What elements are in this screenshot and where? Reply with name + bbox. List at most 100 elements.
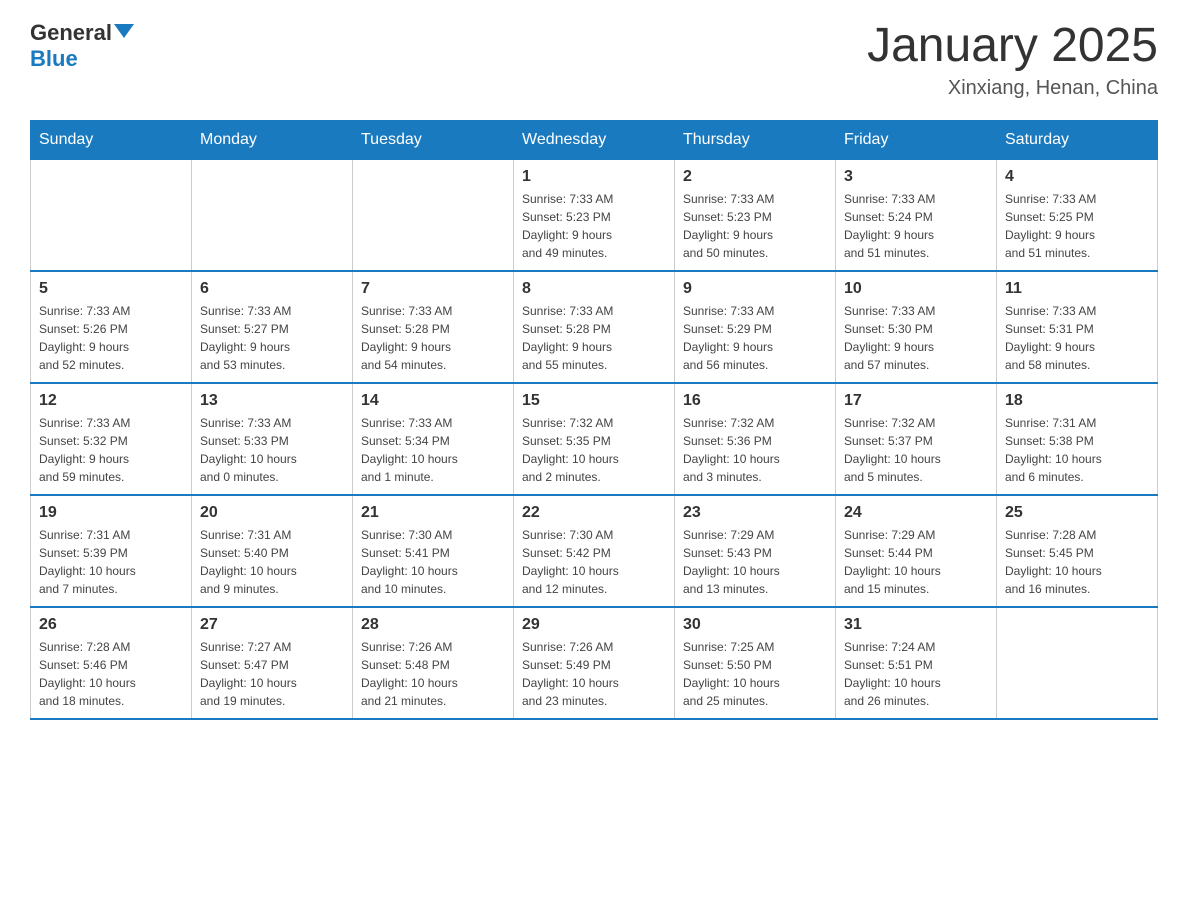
day-number: 16 <box>683 392 827 410</box>
day-info: Sunrise: 7:31 AM Sunset: 5:40 PM Dayligh… <box>200 526 344 598</box>
logo-general: General <box>30 20 112 46</box>
day-number: 15 <box>522 392 666 410</box>
calendar-cell: 28Sunrise: 7:26 AM Sunset: 5:48 PM Dayli… <box>353 607 514 719</box>
day-info: Sunrise: 7:33 AM Sunset: 5:29 PM Dayligh… <box>683 302 827 374</box>
day-info: Sunrise: 7:28 AM Sunset: 5:45 PM Dayligh… <box>1005 526 1149 598</box>
day-info: Sunrise: 7:31 AM Sunset: 5:38 PM Dayligh… <box>1005 414 1149 486</box>
calendar-cell: 12 Sunrise: 7:33 AM Sunset: 5:32 PM Dayli… <box>31 383 192 495</box>
calendar-cell: 20Sunrise: 7:31 AM Sunset: 5:40 PM Dayli… <box>192 495 353 607</box>
calendar-cell: 4 Sunrise: 7:33 AM Sunset: 5:25 PM Daylig… <box>997 159 1158 271</box>
day-number: 1 <box>522 168 666 186</box>
month-title: January 2025 <box>867 20 1158 73</box>
day-info: Sunrise: 7:33 AM Sunset: 5:24 PM Dayligh… <box>844 190 988 262</box>
calendar-cell: 1 Sunrise: 7:33 AM Sunset: 5:23 PM Daylig… <box>514 159 675 271</box>
day-number: 6 <box>200 280 344 298</box>
day-number: 4 <box>1005 168 1149 186</box>
day-info: Sunrise: 7:33 AM Sunset: 5:23 PM Dayligh… <box>522 190 666 262</box>
col-header-tuesday: Tuesday <box>353 120 514 159</box>
day-info: Sunrise: 7:33 AM Sunset: 5:25 PM Dayligh… <box>1005 190 1149 262</box>
day-number: 13 <box>200 392 344 410</box>
day-number: 7 <box>361 280 505 298</box>
calendar-cell: 16 Sunrise: 7:32 AM Sunset: 5:36 PM Dayli… <box>675 383 836 495</box>
calendar-table: SundayMondayTuesdayWednesdayThursdayFrid… <box>30 120 1158 720</box>
day-number: 31 <box>844 616 988 634</box>
day-number: 12 <box>39 392 183 410</box>
col-header-wednesday: Wednesday <box>514 120 675 159</box>
calendar-cell <box>353 159 514 271</box>
day-info: Sunrise: 7:33 AM Sunset: 5:31 PM Dayligh… <box>1005 302 1149 374</box>
day-info: Sunrise: 7:24 AM Sunset: 5:51 PM Dayligh… <box>844 638 988 710</box>
calendar-cell: 9Sunrise: 7:33 AM Sunset: 5:29 PM Daylig… <box>675 271 836 383</box>
day-number: 23 <box>683 504 827 522</box>
calendar-cell: 3 Sunrise: 7:33 AM Sunset: 5:24 PM Daylig… <box>836 159 997 271</box>
calendar-cell: 2 Sunrise: 7:33 AM Sunset: 5:23 PM Daylig… <box>675 159 836 271</box>
title-block: January 2025 Xinxiang, Henan, China <box>867 20 1158 100</box>
col-header-saturday: Saturday <box>997 120 1158 159</box>
calendar-header-row: SundayMondayTuesdayWednesdayThursdayFrid… <box>31 120 1158 159</box>
day-number: 10 <box>844 280 988 298</box>
day-info: Sunrise: 7:33 AM Sunset: 5:23 PM Dayligh… <box>683 190 827 262</box>
day-number: 17 <box>844 392 988 410</box>
calendar-cell: 31 Sunrise: 7:24 AM Sunset: 5:51 PM Dayli… <box>836 607 997 719</box>
day-info: Sunrise: 7:32 AM Sunset: 5:37 PM Dayligh… <box>844 414 988 486</box>
day-info: Sunrise: 7:32 AM Sunset: 5:35 PM Dayligh… <box>522 414 666 486</box>
day-number: 14 <box>361 392 505 410</box>
location-title: Xinxiang, Henan, China <box>867 77 1158 100</box>
day-number: 27 <box>200 616 344 634</box>
day-number: 30 <box>683 616 827 634</box>
day-number: 26 <box>39 616 183 634</box>
calendar-cell: 24 Sunrise: 7:29 AM Sunset: 5:44 PM Dayli… <box>836 495 997 607</box>
calendar-cell: 7 Sunrise: 7:33 AM Sunset: 5:28 PM Daylig… <box>353 271 514 383</box>
calendar-cell: 26 Sunrise: 7:28 AM Sunset: 5:46 PM Dayli… <box>31 607 192 719</box>
calendar-cell: 21 Sunrise: 7:30 AM Sunset: 5:41 PM Dayli… <box>353 495 514 607</box>
calendar-cell <box>997 607 1158 719</box>
calendar-cell: 25 Sunrise: 7:28 AM Sunset: 5:45 PM Dayli… <box>997 495 1158 607</box>
calendar-week-row: 1 Sunrise: 7:33 AM Sunset: 5:23 PM Daylig… <box>31 159 1158 271</box>
day-info: Sunrise: 7:32 AM Sunset: 5:36 PM Dayligh… <box>683 414 827 486</box>
day-info: Sunrise: 7:33 AM Sunset: 5:32 PM Dayligh… <box>39 414 183 486</box>
calendar-cell <box>192 159 353 271</box>
day-number: 29 <box>522 616 666 634</box>
day-number: 3 <box>844 168 988 186</box>
day-info: Sunrise: 7:33 AM Sunset: 5:33 PM Dayligh… <box>200 414 344 486</box>
day-number: 21 <box>361 504 505 522</box>
calendar-cell: 22Sunrise: 7:30 AM Sunset: 5:42 PM Dayli… <box>514 495 675 607</box>
day-number: 19 <box>39 504 183 522</box>
day-info: Sunrise: 7:33 AM Sunset: 5:28 PM Dayligh… <box>522 302 666 374</box>
calendar-cell: 14Sunrise: 7:33 AM Sunset: 5:34 PM Dayli… <box>353 383 514 495</box>
day-number: 2 <box>683 168 827 186</box>
day-info: Sunrise: 7:28 AM Sunset: 5:46 PM Dayligh… <box>39 638 183 710</box>
calendar-cell: 11 Sunrise: 7:33 AM Sunset: 5:31 PM Dayli… <box>997 271 1158 383</box>
calendar-cell: 18 Sunrise: 7:31 AM Sunset: 5:38 PM Dayli… <box>997 383 1158 495</box>
calendar-week-row: 5 Sunrise: 7:33 AM Sunset: 5:26 PM Daylig… <box>31 271 1158 383</box>
col-header-sunday: Sunday <box>31 120 192 159</box>
day-info: Sunrise: 7:30 AM Sunset: 5:41 PM Dayligh… <box>361 526 505 598</box>
day-info: Sunrise: 7:29 AM Sunset: 5:44 PM Dayligh… <box>844 526 988 598</box>
calendar-cell: 29 Sunrise: 7:26 AM Sunset: 5:49 PM Dayli… <box>514 607 675 719</box>
day-number: 22 <box>522 504 666 522</box>
calendar-cell: 23 Sunrise: 7:29 AM Sunset: 5:43 PM Dayli… <box>675 495 836 607</box>
calendar-week-row: 26 Sunrise: 7:28 AM Sunset: 5:46 PM Dayli… <box>31 607 1158 719</box>
calendar-cell: 13 Sunrise: 7:33 AM Sunset: 5:33 PM Dayli… <box>192 383 353 495</box>
day-info: Sunrise: 7:33 AM Sunset: 5:30 PM Dayligh… <box>844 302 988 374</box>
col-header-thursday: Thursday <box>675 120 836 159</box>
col-header-friday: Friday <box>836 120 997 159</box>
day-number: 25 <box>1005 504 1149 522</box>
day-info: Sunrise: 7:26 AM Sunset: 5:48 PM Dayligh… <box>361 638 505 710</box>
day-number: 11 <box>1005 280 1149 298</box>
calendar-cell: 15 Sunrise: 7:32 AM Sunset: 5:35 PM Dayli… <box>514 383 675 495</box>
calendar-cell: 8Sunrise: 7:33 AM Sunset: 5:28 PM Daylig… <box>514 271 675 383</box>
calendar-cell: 5 Sunrise: 7:33 AM Sunset: 5:26 PM Daylig… <box>31 271 192 383</box>
calendar-cell: 17 Sunrise: 7:32 AM Sunset: 5:37 PM Dayli… <box>836 383 997 495</box>
day-number: 5 <box>39 280 183 298</box>
calendar-week-row: 19 Sunrise: 7:31 AM Sunset: 5:39 PM Dayli… <box>31 495 1158 607</box>
day-number: 24 <box>844 504 988 522</box>
day-info: Sunrise: 7:33 AM Sunset: 5:28 PM Dayligh… <box>361 302 505 374</box>
calendar-cell: 19 Sunrise: 7:31 AM Sunset: 5:39 PM Dayli… <box>31 495 192 607</box>
day-info: Sunrise: 7:33 AM Sunset: 5:26 PM Dayligh… <box>39 302 183 374</box>
day-info: Sunrise: 7:31 AM Sunset: 5:39 PM Dayligh… <box>39 526 183 598</box>
calendar-cell <box>31 159 192 271</box>
day-number: 18 <box>1005 392 1149 410</box>
day-info: Sunrise: 7:29 AM Sunset: 5:43 PM Dayligh… <box>683 526 827 598</box>
day-info: Sunrise: 7:26 AM Sunset: 5:49 PM Dayligh… <box>522 638 666 710</box>
